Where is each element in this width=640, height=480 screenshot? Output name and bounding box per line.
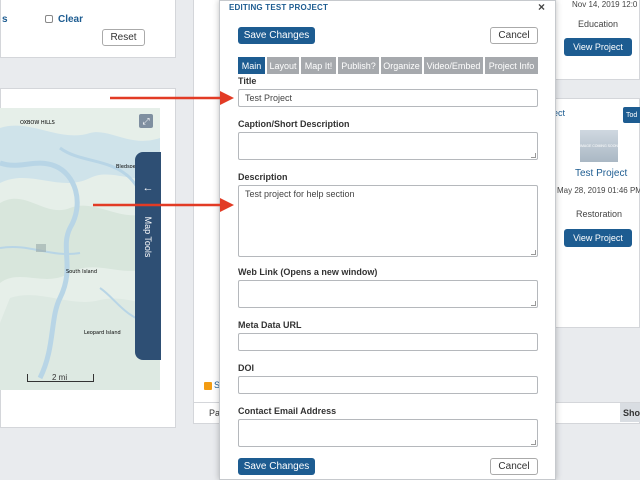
annotation-arrow-description (93, 198, 234, 212)
annotation-arrows (93, 91, 234, 212)
annotation-arrow-title (110, 91, 234, 105)
